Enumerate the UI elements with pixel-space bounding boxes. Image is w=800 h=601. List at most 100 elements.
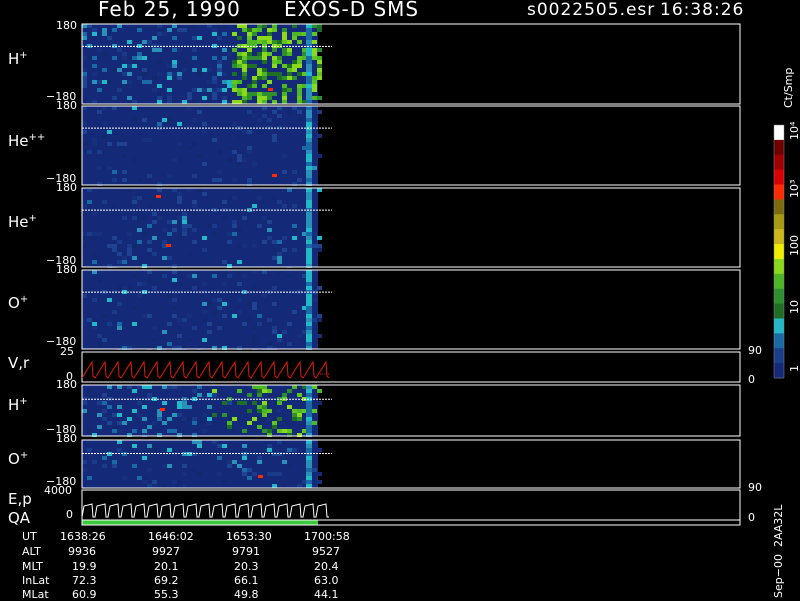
panel-hepp-cell — [157, 122, 162, 126]
panel-hplus1-cell — [177, 72, 182, 76]
panel-hplus1-cell — [167, 96, 172, 100]
panel-hplus1-cell — [212, 96, 217, 100]
panel-hplus1-cell — [102, 100, 107, 104]
panel-hplus1-cell — [182, 60, 187, 64]
panel-hplus1-cell — [287, 88, 292, 92]
panel-label-hepp: He++ — [8, 132, 46, 150]
panel-oplus1-cell — [237, 298, 242, 302]
panel-hplus2-cell — [157, 413, 162, 417]
panel-oplus2-cell — [127, 444, 132, 448]
panel-heplus-cell — [177, 236, 182, 240]
panel-oplus2-cell — [142, 480, 147, 484]
panel-oplus1-cell — [237, 310, 242, 314]
panel-hplus2-cell — [157, 417, 162, 421]
ephem-name-ut: UT — [22, 530, 37, 543]
panel-hplus1-cell — [122, 92, 127, 96]
panel-heplus-cell — [87, 200, 92, 204]
panel-hplus1-cell — [102, 52, 107, 56]
panel-oplus2-cell — [232, 460, 237, 464]
panel-hplus2-cell — [192, 401, 197, 405]
panel-hepp-cell — [312, 166, 317, 170]
panel-hepp-cell — [297, 150, 302, 154]
panel-hplus1-cell — [242, 52, 247, 56]
panel-heplus-cell — [272, 196, 277, 200]
panel-heplus-cell — [202, 192, 207, 196]
panel-hplus1-cell — [167, 76, 172, 80]
panel-heplus-edge-cell — [306, 244, 312, 248]
panel-heplus-cell — [147, 204, 152, 208]
panel-hplus1-cell — [142, 80, 147, 84]
panel-hepp-cell — [212, 178, 217, 182]
panel-oplus1-cell — [172, 270, 177, 274]
panel-hplus1-cell — [192, 36, 197, 40]
panel-hepp-cell — [147, 158, 152, 162]
panel-heplus-cell — [122, 256, 127, 260]
panel-label-hplus1: H+ — [8, 50, 28, 68]
panel-hplus2-cell — [262, 401, 267, 405]
panel-hplus2-cell — [87, 393, 92, 397]
panel-oplus2-cell — [287, 448, 292, 452]
panel-hplus1-cell — [257, 28, 262, 32]
panel-vr-frame — [81, 351, 741, 383]
panel-oplus1-cell — [232, 314, 237, 318]
panel-hepp-cell — [147, 122, 152, 126]
panel-hepp-cell — [132, 158, 137, 162]
panel-heplus-edge-cell — [306, 260, 312, 264]
panel-oplus1-cell — [132, 302, 137, 306]
colorbar-tick-1: 1 — [788, 365, 800, 372]
panel-hplus1-cell — [212, 28, 217, 32]
panel-hplus2-cell — [237, 385, 242, 389]
panel-oplus1-cell — [152, 286, 157, 290]
panel-oplus1-cell — [267, 318, 272, 322]
panel-heplus-cell — [82, 204, 87, 208]
panel-oplus1-cell — [217, 298, 222, 302]
panel-hplus2-cell — [282, 393, 287, 397]
panel-hplus1-cell — [287, 40, 292, 44]
panel-heplus-cell — [182, 224, 187, 228]
panel-hepp-cell — [277, 106, 282, 110]
ytick-ep-max: 4000 — [44, 484, 72, 497]
panel-hplus1-cell — [312, 88, 317, 92]
panel-oplus1-edge-cell — [306, 322, 312, 326]
panel-hplus1-cell — [282, 40, 287, 44]
panel-hplus1-cell — [247, 36, 252, 40]
panel-oplus1-cell — [152, 310, 157, 314]
panel-heplus-edge-cell — [306, 192, 312, 196]
colorbar-segment — [774, 125, 784, 141]
panel-hplus2-cell — [97, 425, 102, 429]
panel-hplus1-cell — [317, 60, 322, 64]
panel-hplus2-cell — [142, 405, 147, 409]
panel-oplus1-cell — [182, 318, 187, 322]
panel-heplus-cell — [127, 252, 132, 256]
panel-oplus1-edge-cell — [306, 294, 312, 298]
panel-hepp-cell — [262, 114, 267, 118]
panel-hplus1-cell — [317, 64, 322, 68]
panel-hplus1-cell — [182, 76, 187, 80]
panel-hplus1-cell — [137, 76, 142, 80]
panel-heplus-cell — [187, 252, 192, 256]
panel-hplus1-cell — [217, 36, 222, 40]
panel-hplus1-cell — [242, 56, 247, 60]
colorbar-unit: Ct/Smp — [782, 67, 795, 108]
panel-hplus2-edge-cell — [306, 425, 312, 429]
panel-hepp-edge-cell — [306, 170, 312, 174]
panel-heplus-cell — [292, 224, 297, 228]
panel-hplus2-cell — [132, 389, 137, 393]
panel-hplus1-cell — [257, 40, 262, 44]
panel-hplus1-cell — [142, 40, 147, 44]
panel-hepp-cell — [237, 138, 242, 142]
panel-hplus1-cell — [237, 60, 242, 64]
panel-heplus-cell — [217, 188, 222, 192]
panel-heplus-edge-cell — [306, 248, 312, 252]
panel-hplus2-cell — [177, 401, 182, 405]
panel-hepp-cell — [232, 146, 237, 150]
ephem-name-alt: ALT — [22, 545, 41, 558]
panel-heplus-cell — [102, 200, 107, 204]
panel-oplus2-cell — [117, 476, 122, 480]
panel-heplus-cell — [317, 248, 322, 252]
panel-hplus1-cell — [222, 100, 227, 104]
panel-oplus2-cell — [192, 468, 197, 472]
panel-hplus2-cell — [162, 421, 167, 425]
panel-oplus2-cell — [142, 476, 147, 480]
panel-hplus2-cell — [297, 421, 302, 425]
